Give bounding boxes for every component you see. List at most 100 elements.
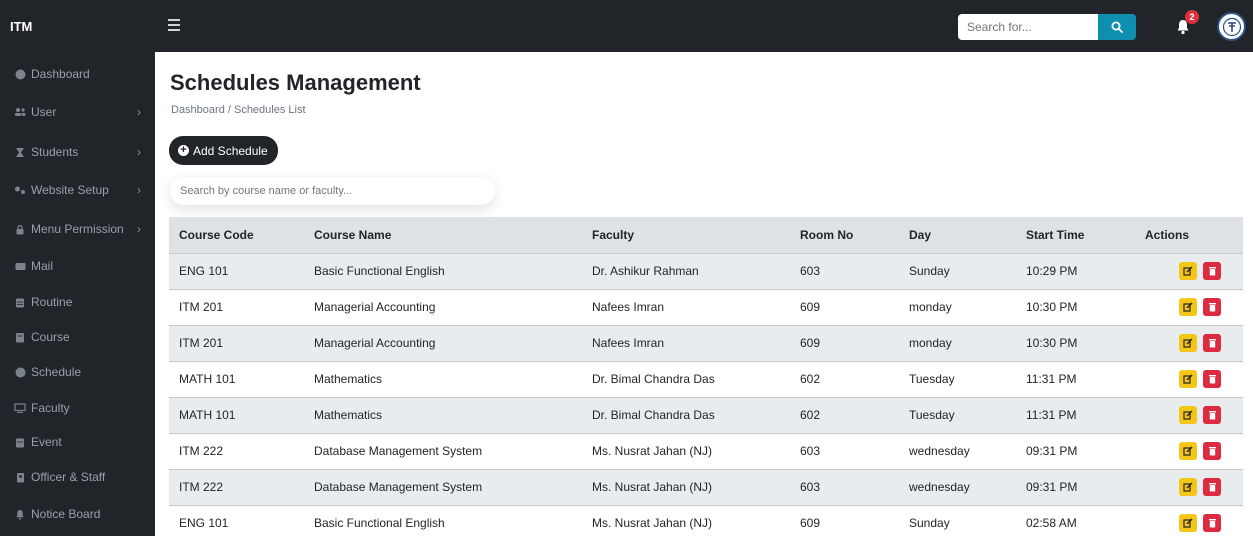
edit-button[interactable]: [1179, 442, 1197, 460]
sidebar-item-schedule[interactable]: Schedule: [0, 360, 155, 384]
column-header-room-no[interactable]: Room No: [790, 217, 899, 253]
column-header-start-time[interactable]: Start Time: [1016, 217, 1135, 253]
cell-course-code: ITM 201: [169, 324, 304, 361]
sidebar-item-event[interactable]: Event: [0, 430, 155, 454]
cell-actions: [1135, 396, 1243, 433]
bell-icon: [14, 508, 26, 520]
cell-actions: [1135, 504, 1243, 536]
edit-button[interactable]: [1179, 370, 1197, 388]
sidebar-item-label: Menu Permission: [31, 222, 124, 236]
sidebar-item-label: Officer & Staff: [31, 470, 106, 484]
notification-bell-icon[interactable]: 2: [1176, 10, 1199, 36]
cell-course-name: Mathematics: [304, 360, 582, 397]
cell-start-time: 11:31 PM: [1016, 360, 1135, 397]
cell-actions: [1135, 432, 1243, 469]
sidebar-item-dashboard[interactable]: Dashboard: [0, 62, 155, 86]
cell-course-code: ITM 201: [169, 288, 304, 325]
cell-course-code: ITM 222: [169, 432, 304, 469]
sidebar-item-label: Notice Board: [31, 507, 101, 521]
schedule-filter-input[interactable]: [170, 177, 495, 205]
delete-button[interactable]: [1203, 406, 1221, 424]
edit-button[interactable]: [1179, 514, 1197, 533]
cell-day: monday: [899, 288, 1016, 325]
cell-course-name: Managerial Accounting: [304, 324, 582, 361]
add-schedule-button[interactable]: + Add Schedule: [169, 136, 278, 165]
sidebar-item-officer-staff[interactable]: Officer & Staff: [0, 465, 155, 489]
cell-start-time: 09:31 PM: [1016, 468, 1135, 505]
clock-icon: [14, 366, 26, 378]
search-icon: [1111, 21, 1123, 33]
column-header-faculty[interactable]: Faculty: [582, 217, 790, 253]
delete-button[interactable]: [1203, 442, 1221, 460]
cell-course-code: ITM 222: [169, 468, 304, 505]
delete-button[interactable]: [1203, 262, 1221, 280]
edit-icon: [1183, 302, 1193, 312]
delete-button[interactable]: [1203, 298, 1221, 316]
table-row: ITM 201 Managerial Accounting Nafees Imran…: [169, 288, 1243, 325]
page-title: Schedules Management: [170, 70, 421, 95]
chevron-right-icon: ›: [137, 145, 141, 159]
mail-icon: [14, 260, 26, 272]
cell-room-no: 603: [790, 252, 899, 289]
cell-day: Tuesday: [899, 360, 1016, 397]
table-row: ITM 201 Managerial Accounting Nafees Imran…: [169, 324, 1243, 361]
cell-actions: [1135, 288, 1243, 325]
sidebar-item-students[interactable]: Students ›: [0, 140, 155, 164]
edit-button[interactable]: [1179, 298, 1197, 316]
sidebar-item-faculty[interactable]: Faculty: [0, 396, 155, 420]
edit-icon: [1183, 338, 1193, 348]
sidebar-item-label: Mail: [31, 259, 54, 273]
cell-course-name: Database Management System: [304, 432, 582, 469]
sidebar-item-mail[interactable]: Mail: [0, 254, 155, 278]
delete-button[interactable]: [1203, 334, 1221, 352]
delete-button[interactable]: [1203, 478, 1221, 496]
cell-room-no: 609: [790, 324, 899, 361]
column-header-day[interactable]: Day: [899, 217, 1016, 253]
edit-button[interactable]: [1179, 406, 1197, 424]
edit-button[interactable]: [1179, 334, 1197, 352]
delete-button[interactable]: [1203, 370, 1221, 388]
cell-course-name: Mathematics: [304, 396, 582, 433]
sidebar-item-website-setup[interactable]: Website Setup ›: [0, 178, 155, 202]
sidebar-item-course[interactable]: Course: [0, 325, 155, 349]
gears-icon: [14, 184, 26, 196]
edit-icon: [1183, 410, 1193, 420]
calendar-event-icon: [14, 436, 26, 448]
search-button[interactable]: [1098, 14, 1136, 40]
cell-day: wednesday: [899, 432, 1016, 469]
breadcrumb: Dashboard / Schedules List: [171, 104, 306, 116]
cell-course-name: Basic Functional English: [304, 504, 582, 536]
dashboard-icon: [14, 68, 26, 80]
column-header-course-code[interactable]: Course Code: [169, 217, 304, 253]
sidebar-toggle-icon[interactable]: [168, 16, 184, 34]
edit-icon: [1183, 446, 1193, 456]
column-header-course-name[interactable]: Course Name: [304, 217, 582, 253]
sidebar-item-routine[interactable]: Routine: [0, 290, 155, 314]
id-badge-icon: [14, 471, 26, 483]
cell-start-time: 11:31 PM: [1016, 396, 1135, 433]
cell-actions: [1135, 468, 1243, 505]
table-row: MATH 101 Mathematics Dr. Bimal Chandra Das…: [169, 396, 1243, 433]
cell-course-name: Basic Functional English: [304, 252, 582, 289]
cell-room-no: 602: [790, 396, 899, 433]
sidebar-item-label: User: [31, 105, 57, 119]
trash-icon: [1208, 267, 1216, 276]
sidebar-item-notice-board[interactable]: Notice Board: [0, 502, 155, 526]
search-input[interactable]: [958, 14, 1098, 40]
cell-room-no: 609: [790, 288, 899, 325]
edit-button[interactable]: [1179, 478, 1197, 496]
brand-logo-text[interactable]: ITM: [10, 19, 32, 34]
delete-button[interactable]: [1203, 514, 1221, 533]
user-avatar[interactable]: [1217, 12, 1246, 41]
sidebar-item-user[interactable]: User ›: [0, 100, 155, 124]
cell-day: monday: [899, 324, 1016, 361]
plus-circle-icon: +: [178, 145, 189, 156]
sidebar-item-label: Website Setup: [31, 183, 109, 197]
edit-button[interactable]: [1179, 262, 1197, 280]
sidebar-item-menu-permission[interactable]: Menu Permission ›: [0, 217, 155, 241]
cell-course-name: Database Management System: [304, 468, 582, 505]
users-icon: [14, 106, 26, 118]
edit-icon: [1183, 266, 1193, 276]
cell-actions: [1135, 324, 1243, 361]
cell-room-no: 603: [790, 468, 899, 505]
